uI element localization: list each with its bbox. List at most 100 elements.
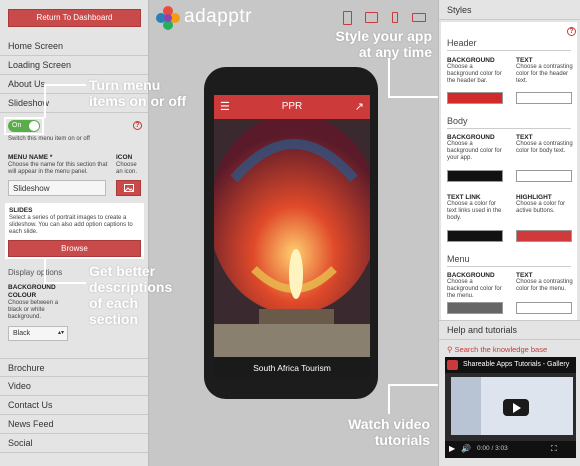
header-text-hint: Choose a contrasting color for the heade…: [516, 64, 573, 84]
menu-section-title: Menu: [447, 254, 470, 264]
bg-colour-select[interactable]: Black ▴▾: [8, 326, 68, 341]
menu-name-label: MENU NAME *: [8, 154, 53, 161]
phone-small-icon[interactable]: [392, 12, 398, 23]
body-bg-swatch[interactable]: [447, 170, 503, 182]
menu-text-hint: Choose a contrasting color for the menu.: [516, 279, 573, 292]
menu-item-video[interactable]: Video: [0, 377, 148, 396]
callout-line: [388, 384, 444, 386]
menu-item-brochure[interactable]: Brochure: [0, 358, 148, 377]
header-bg-label: BACKGROUND: [447, 57, 495, 64]
bg-colour-hint: Choose between a black or white backgrou…: [8, 300, 59, 320]
search-knowledge-link[interactable]: ⚲ Search the knowledge base: [447, 345, 547, 354]
menu-item-contact-us[interactable]: Contact Us: [0, 396, 148, 415]
body-link-label: TEXT LINK: [447, 194, 481, 201]
menu-bg-label: BACKGROUND: [447, 272, 495, 279]
callout-line: [44, 259, 46, 283]
icon-hint: Choose an icon.: [116, 162, 138, 175]
tablet-portrait-icon[interactable]: [365, 12, 378, 23]
styles-heading: Styles: [439, 0, 580, 20]
callout-video: Watch video tutorials: [348, 416, 430, 448]
play-icon: [513, 403, 521, 413]
body-link-swatch[interactable]: [447, 230, 503, 242]
play-button[interactable]: [503, 399, 529, 416]
phone-portrait-icon[interactable]: [343, 11, 352, 25]
display-options-heading: Display options: [8, 268, 63, 277]
body-text-swatch[interactable]: [516, 170, 572, 182]
bg-colour-value: Black: [13, 330, 31, 337]
icon-picker-button[interactable]: [116, 180, 141, 196]
menu-item-loading-screen[interactable]: Loading Screen: [0, 56, 148, 75]
divider: [447, 266, 571, 267]
header-text-swatch[interactable]: [516, 92, 572, 104]
icon-label: ICON: [116, 154, 133, 161]
search-icon: ⚲: [447, 345, 455, 354]
header-bg-swatch[interactable]: [447, 92, 503, 104]
slides-label: SLIDES: [9, 207, 33, 214]
select-arrows-icon: ▴▾: [57, 330, 64, 336]
video-controls: ▶ 🔊 0:00 / 3:03 ⛶: [445, 441, 576, 458]
body-bg-label: BACKGROUND: [447, 134, 495, 141]
toggle-hint: Switch this menu item on or off: [8, 136, 90, 142]
bg-colour-label: BACKGROUND COLOUR: [8, 284, 56, 299]
video-title: Shareable Apps Tutorials - Gallery: [445, 357, 576, 373]
hamburger-icon[interactable]: ☰: [220, 95, 230, 119]
help-icon[interactable]: ?: [567, 27, 576, 36]
body-highlight-label: HIGHLIGHT: [516, 194, 552, 201]
body-text-label: TEXT: [516, 134, 533, 141]
volume-icon[interactable]: 🔊: [461, 444, 471, 453]
callout-menu: Turn menu items on or off: [89, 77, 187, 109]
body-bg-hint: Choose a background color for your app.: [447, 141, 502, 161]
callout-line: [388, 384, 390, 414]
browse-button[interactable]: Browse: [8, 240, 141, 257]
callout-line: [44, 282, 86, 284]
help-icon[interactable]: ?: [133, 121, 142, 130]
menu-item-home-screen[interactable]: Home Screen: [0, 37, 148, 56]
header-text-label: TEXT: [516, 57, 533, 64]
adapptr-logo-icon: [156, 6, 180, 30]
balloon-slide-image: [214, 119, 370, 357]
search-knowledge-label: Search the knowledge base: [454, 345, 548, 354]
phone-screen: ☰ PPR ↗ South Africa Tourism: [214, 95, 370, 379]
body-highlight-hint: Choose a color for active buttons.: [516, 201, 566, 214]
brand-name: adapptr: [184, 6, 252, 27]
menu-item-news-feed[interactable]: News Feed: [0, 415, 148, 434]
styles-panel: ? Header BACKGROUND Choose a background …: [441, 22, 577, 320]
slides-hint: Select a series of portrait images to cr…: [9, 215, 133, 235]
menu-bg-hint: Choose a background color for the menu.: [447, 279, 502, 299]
fullscreen-icon[interactable]: ⛶: [551, 444, 557, 454]
help-heading: Help and tutorials: [439, 320, 580, 340]
body-highlight-swatch[interactable]: [516, 230, 572, 242]
play-control-icon[interactable]: ▶: [449, 444, 455, 453]
video-thumbnail: [451, 377, 573, 435]
divider: [447, 128, 571, 129]
menu-text-label: TEXT: [516, 272, 533, 279]
menu-bg-swatch[interactable]: [447, 302, 503, 314]
body-section-title: Body: [447, 116, 468, 126]
video-time: 0:00 / 3:03: [477, 445, 508, 452]
slide-caption: South Africa Tourism: [214, 357, 370, 379]
callout-descriptions: Get better descriptions of each section: [89, 263, 173, 327]
toggle-highlight: [4, 117, 44, 135]
menu-name-hint: Choose the name for this section that wi…: [8, 162, 108, 175]
callout-line: [44, 84, 86, 86]
callout-style: Style your app at any time: [335, 28, 432, 60]
tutorial-video[interactable]: Shareable Apps Tutorials - Gallery ▶ 🔊 0…: [445, 357, 576, 458]
header-section-title: Header: [447, 38, 477, 48]
tablet-landscape-icon[interactable]: [412, 13, 426, 22]
callout-line: [44, 84, 46, 118]
return-to-dashboard-button[interactable]: Return To Dashboard: [8, 9, 141, 27]
image-icon: [123, 184, 134, 192]
app-header: ☰ PPR ↗: [214, 95, 370, 119]
menu-name-input[interactable]: Slideshow: [8, 180, 106, 196]
channel-icon: [447, 360, 458, 370]
divider: [447, 50, 571, 51]
body-text-hint: Choose a contrasting color for body text…: [516, 141, 573, 154]
header-bg-hint: Choose a background color for the header…: [447, 64, 502, 84]
callout-line: [388, 58, 390, 97]
menu-text-swatch[interactable]: [516, 302, 572, 314]
menu-item-social[interactable]: Social: [0, 434, 148, 453]
share-icon[interactable]: ↗: [355, 95, 364, 119]
body-link-hint: Choose a color for text links used in th…: [447, 201, 502, 221]
thumbnail-sidebar: [451, 377, 481, 435]
app-title: PPR: [281, 101, 303, 112]
